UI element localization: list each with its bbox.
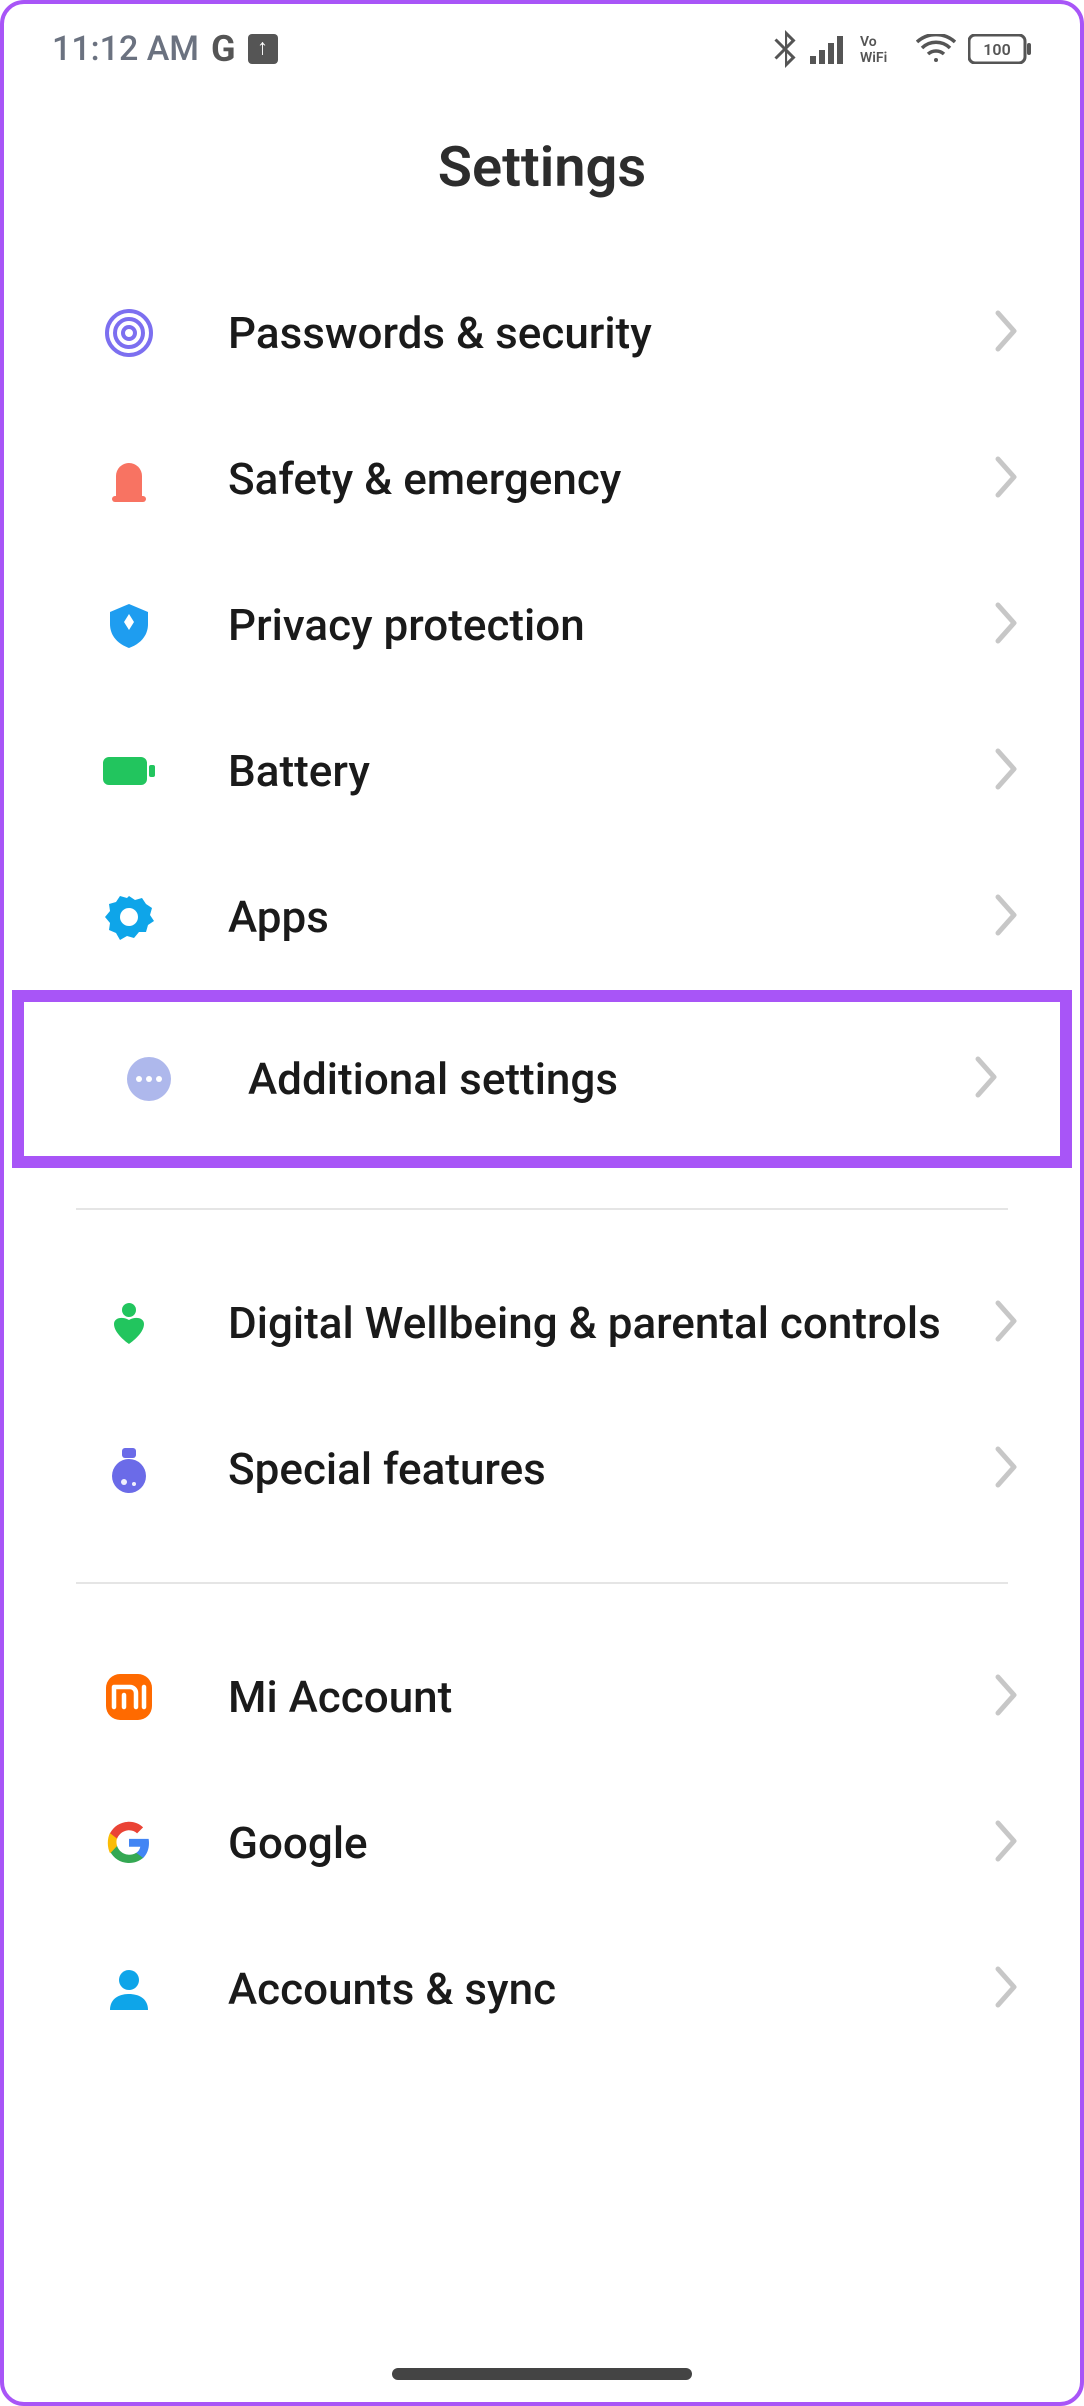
emergency-light-icon	[94, 444, 164, 514]
item-label: Digital Wellbeing & parental controls	[228, 1296, 994, 1351]
google-status-icon: G	[211, 28, 236, 70]
settings-item-safety-emergency[interactable]: Safety & emergency	[4, 406, 1080, 552]
chevron-right-icon	[994, 309, 1020, 357]
settings-item-passwords-security[interactable]: Passwords & security	[4, 260, 1080, 406]
status-left: 11:12 AM G	[52, 28, 278, 70]
item-label: Apps	[228, 890, 994, 945]
bluetooth-icon	[772, 30, 798, 68]
status-right: Vo WiFi 100	[772, 30, 1032, 68]
chevron-right-icon	[994, 893, 1020, 941]
status-bar: 11:12 AM G Vo WiFi	[4, 4, 1080, 94]
settings-item-battery[interactable]: Battery	[4, 698, 1080, 844]
item-label: Special features	[228, 1442, 994, 1497]
item-label: Additional settings	[248, 1052, 974, 1107]
cellular-signal-icon	[810, 34, 848, 64]
home-indicator[interactable]	[392, 2368, 692, 2380]
settings-item-privacy-protection[interactable]: Privacy protection	[4, 552, 1080, 698]
battery-level-text: 100	[983, 40, 1010, 59]
more-dots-icon	[114, 1044, 184, 1114]
item-label: Privacy protection	[228, 598, 994, 653]
flask-icon	[94, 1434, 164, 1504]
wellbeing-icon	[94, 1288, 164, 1358]
battery-icon: 100	[968, 34, 1032, 64]
section-divider	[76, 1208, 1008, 1210]
settings-item-additional-settings[interactable]: Additional settings	[24, 1002, 1060, 1156]
svg-text:Vo: Vo	[860, 34, 877, 50]
item-label: Battery	[228, 744, 994, 799]
section-divider	[76, 1582, 1008, 1584]
chevron-right-icon	[994, 747, 1020, 795]
mi-logo-icon	[94, 1662, 164, 1732]
chevron-right-icon	[994, 1445, 1020, 1493]
page-title: Settings	[4, 134, 1080, 200]
chevron-right-icon	[974, 1055, 1000, 1103]
google-logo-icon	[94, 1808, 164, 1878]
upload-status-icon	[248, 34, 278, 64]
apps-gear-icon	[94, 882, 164, 952]
item-label: Google	[228, 1816, 994, 1871]
highlight-annotation: Additional settings	[12, 990, 1072, 1168]
chevron-right-icon	[994, 455, 1020, 503]
shield-icon	[94, 590, 164, 660]
chevron-right-icon	[994, 1299, 1020, 1347]
person-icon	[94, 1954, 164, 2024]
fingerprint-icon	[94, 298, 164, 368]
wifi-icon	[916, 34, 956, 64]
battery-item-icon	[94, 736, 164, 806]
phone-frame: 11:12 AM G Vo WiFi	[0, 0, 1084, 2406]
chevron-right-icon	[994, 1819, 1020, 1867]
settings-item-special-features[interactable]: Special features	[4, 1396, 1080, 1542]
chevron-right-icon	[994, 1965, 1020, 2013]
settings-item-apps[interactable]: Apps	[4, 844, 1080, 990]
item-label: Passwords & security	[228, 306, 994, 361]
item-label: Accounts & sync	[228, 1962, 994, 2017]
svg-text:WiFi: WiFi	[860, 50, 887, 66]
item-label: Safety & emergency	[228, 452, 994, 507]
settings-item-google[interactable]: Google	[4, 1770, 1080, 1916]
chevron-right-icon	[994, 601, 1020, 649]
settings-item-mi-account[interactable]: Mi Account	[4, 1624, 1080, 1770]
chevron-right-icon	[994, 1673, 1020, 1721]
settings-item-accounts-sync[interactable]: Accounts & sync	[4, 1916, 1080, 2062]
settings-list: Passwords & security Safety & emergency	[4, 260, 1080, 2062]
clock-text: 11:12 AM	[52, 29, 199, 69]
item-label: Mi Account	[228, 1670, 994, 1725]
settings-item-digital-wellbeing[interactable]: Digital Wellbeing & parental controls	[4, 1250, 1080, 1396]
vowifi-icon: Vo WiFi	[860, 32, 904, 66]
